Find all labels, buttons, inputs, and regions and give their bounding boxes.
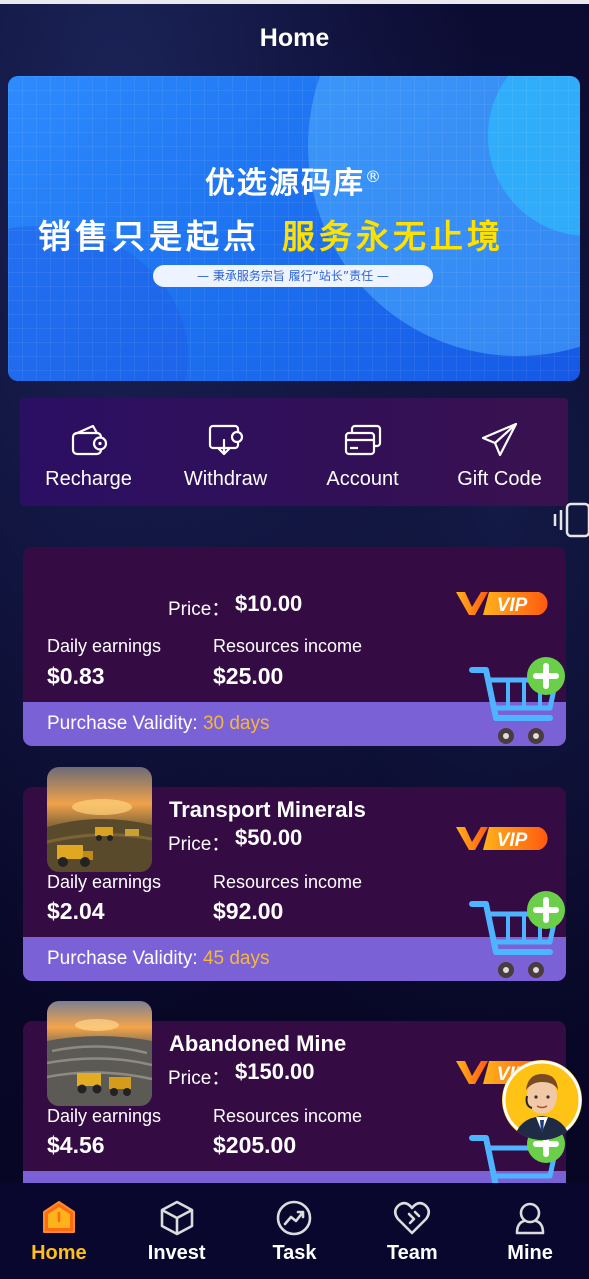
daily-earnings-label: Daily earnings <box>47 636 162 656</box>
product-thumbnail <box>47 1001 152 1106</box>
validity-label: Purchase Validity: <box>47 713 198 734</box>
price-label: Price： <box>168 599 231 620</box>
side-drawer-handle[interactable] <box>553 500 589 540</box>
bottom-navigation: Home Invest Task Team Mine <box>0 1183 589 1279</box>
cart-plus-icon <box>469 657 565 744</box>
add-to-cart-button[interactable] <box>468 890 568 985</box>
validity-value: 45 days <box>202 948 270 969</box>
support-agent-avatar-icon <box>502 1060 582 1140</box>
price-value: $150.00 <box>235 1059 315 1084</box>
add-to-cart-button[interactable] <box>468 656 568 751</box>
daily-earnings-label: Daily earnings <box>47 1106 162 1126</box>
customer-support-button[interactable] <box>502 1060 582 1140</box>
nav-invest-label: Invest <box>147 1242 206 1264</box>
paper-plane-icon <box>481 422 517 457</box>
banner-brand: 优选源码库® <box>8 158 580 202</box>
nav-mine[interactable]: Mine <box>471 1183 589 1279</box>
product-name: Transport Minerals <box>169 797 366 822</box>
withdraw-label: Withdraw <box>183 468 268 490</box>
resources-income-value: $205.00 <box>213 1132 297 1158</box>
nav-task-label: Task <box>272 1242 317 1264</box>
banner-brand-text: 优选源码库 <box>205 166 365 201</box>
mining-truck-image <box>47 767 152 872</box>
vip-badge-icon: VIP <box>456 592 548 616</box>
validity-label: Purchase Validity: <box>47 948 198 969</box>
daily-earnings-label: Daily earnings <box>47 872 162 892</box>
price-label: Price： <box>168 1068 231 1089</box>
vip-badge-icon: VIP <box>456 827 548 851</box>
daily-earnings-value: $0.83 <box>47 663 105 689</box>
registered-mark: ® <box>365 167 383 186</box>
trend-icon <box>277 1200 312 1236</box>
home-icon <box>42 1201 75 1233</box>
gift-code-button[interactable]: Gift Code <box>431 398 568 506</box>
recharge-button[interactable]: Recharge <box>20 398 157 506</box>
resources-income-label: Resources income <box>213 872 363 892</box>
account-button[interactable]: Account <box>294 398 431 506</box>
price-value: $10.00 <box>235 591 303 616</box>
withdraw-button[interactable]: Withdraw <box>157 398 294 506</box>
resources-income-value: $92.00 <box>213 898 284 924</box>
page-title: Home <box>259 24 330 52</box>
nav-home-label: Home <box>31 1242 87 1264</box>
gift-code-label: Gift Code <box>457 468 542 490</box>
nav-home[interactable]: Home <box>0 1183 118 1279</box>
product-thumbnail <box>47 767 152 872</box>
account-label: Account <box>326 468 399 490</box>
daily-earnings-value: $4.56 <box>47 1132 105 1158</box>
vip-text: VIP <box>497 830 528 851</box>
validity-value: 30 days <box>202 713 270 734</box>
recharge-label: Recharge <box>45 468 132 490</box>
cards-icon <box>344 424 381 456</box>
nav-invest[interactable]: Invest <box>118 1183 236 1279</box>
cube-icon <box>160 1200 193 1236</box>
daily-earnings-value: $2.04 <box>47 898 105 924</box>
nav-team-label: Team <box>386 1242 438 1264</box>
price-value: $50.00 <box>235 825 303 850</box>
nav-task[interactable]: Task <box>236 1183 354 1279</box>
nav-team[interactable]: Team <box>353 1183 471 1279</box>
mine-pit-image <box>47 1001 152 1106</box>
vip-text: VIP <box>497 595 528 616</box>
resources-income-value: $25.00 <box>213 663 284 689</box>
promo-banner[interactable]: 优选源码库® 销售只是起点 服务永无止境 — 秉承服务宗旨 履行“站长”责任 — <box>8 76 580 381</box>
withdraw-icon <box>208 424 243 456</box>
wallet-icon <box>71 424 107 456</box>
slogan-white: 销售只是起点 <box>38 217 260 256</box>
slogan-yellow: 服务永无止境 <box>282 217 504 256</box>
price-label: Price： <box>168 834 231 855</box>
cart-plus-icon <box>469 891 565 978</box>
resources-income-label: Resources income <box>213 636 363 656</box>
side-handle-icon <box>553 502 589 538</box>
resources-income-label: Resources income <box>213 1106 363 1126</box>
product-name: Abandoned Mine <box>169 1031 347 1056</box>
nav-mine-label: Mine <box>507 1242 553 1264</box>
user-icon <box>515 1202 545 1235</box>
quick-actions-bar: Recharge Withdraw Account Gift Code <box>20 398 568 506</box>
banner-slogan: 销售只是起点 服务永无止境 <box>38 210 504 258</box>
top-status-line <box>0 0 589 4</box>
banner-pill: — 秉承服务宗旨 履行“站长”责任 — <box>153 265 433 287</box>
heart-icon <box>394 1201 431 1235</box>
